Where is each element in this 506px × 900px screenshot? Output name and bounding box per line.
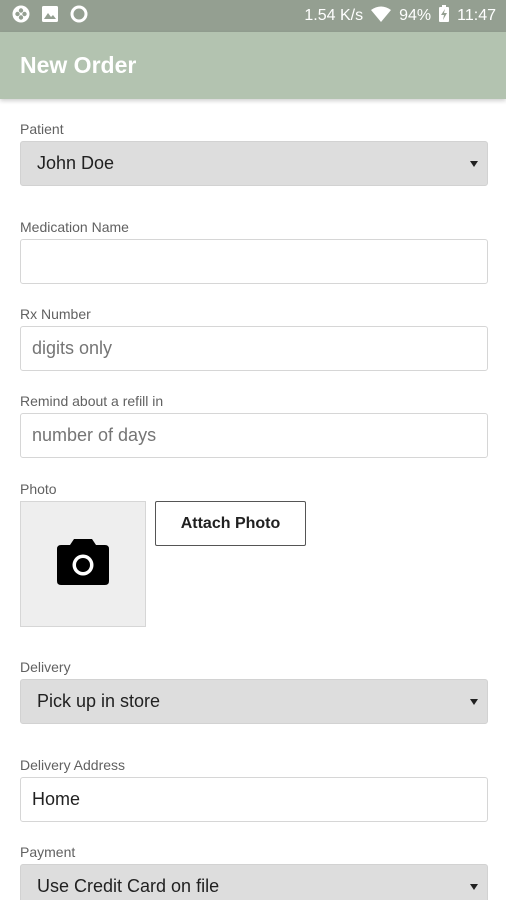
battery-charging-icon [439,5,450,27]
clock: 11:47 [457,7,496,24]
dropdown-arrow-icon [470,883,478,890]
photo-preview[interactable] [20,501,146,627]
circle-icon [70,5,88,28]
attach-photo-button[interactable]: Attach Photo [155,501,306,546]
medication-name-label: Medication Name [20,219,129,235]
app-bar: New Order [0,32,506,99]
status-system-info: 1.54 K/s 94% 11:47 [304,5,496,27]
camera-icon [57,538,109,590]
delivery-address-input[interactable] [20,777,488,822]
delivery-label: Delivery [20,659,71,675]
network-speed: 1.54 K/s [304,7,364,24]
delivery-select[interactable]: Pick up in store [20,679,488,724]
rx-number-label: Rx Number [20,306,91,322]
wifi-icon [371,6,392,27]
patient-select[interactable]: John Doe [20,141,488,186]
payment-label: Payment [20,844,76,860]
status-bar: 1.54 K/s 94% 11:47 [0,0,506,32]
image-icon [42,5,58,27]
page-title: New Order [20,52,137,78]
status-notification-icons [12,5,88,28]
patient-label: Patient [20,121,64,137]
refill-reminder-label: Remind about a refill in [20,393,164,409]
refill-reminder-input[interactable] [20,413,488,458]
pinwheel-icon [12,5,30,28]
battery-percent: 94% [399,7,432,24]
dropdown-arrow-icon [470,160,478,167]
photo-label: Photo [20,481,57,497]
payment-select[interactable]: Use Credit Card on file [20,864,488,900]
rx-number-input[interactable] [20,326,488,371]
delivery-address-label: Delivery Address [20,757,126,773]
dropdown-arrow-icon [470,698,478,705]
payment-selected-value: Use Credit Card on file [37,876,220,896]
delivery-selected-value: Pick up in store [37,691,161,711]
patient-selected-value: John Doe [37,153,115,173]
medication-name-input[interactable] [20,239,488,284]
